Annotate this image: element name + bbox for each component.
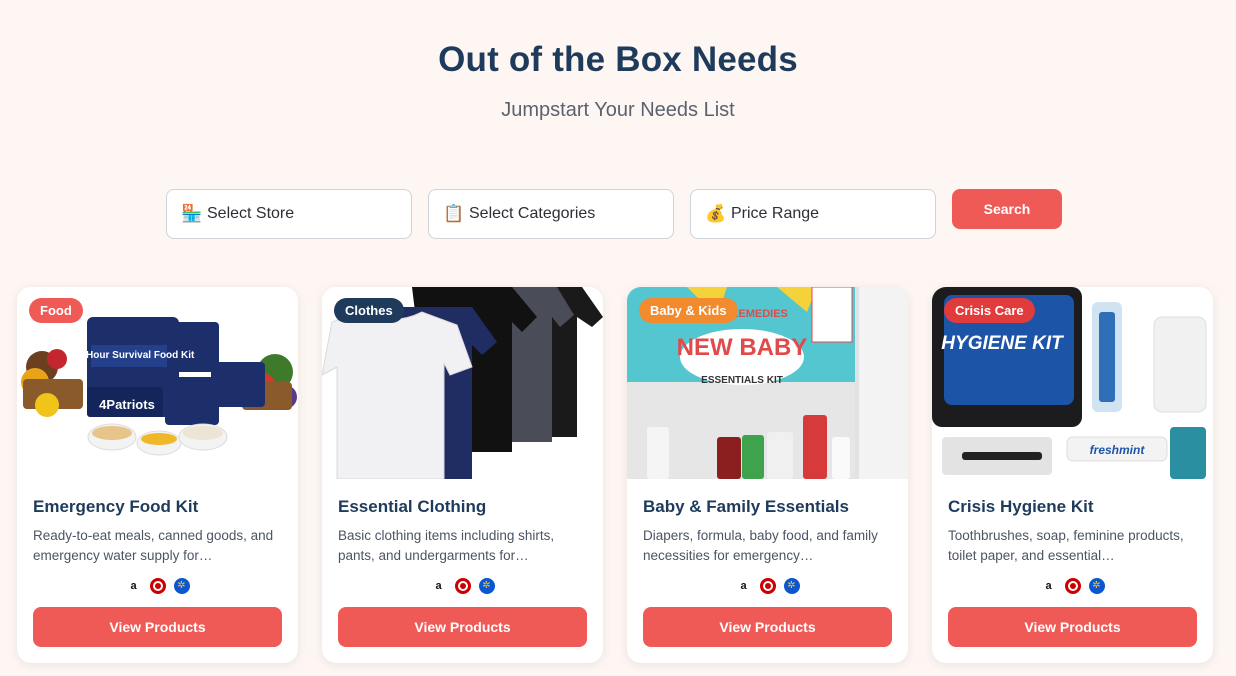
category-badge: Food <box>29 298 83 323</box>
baby-kit-image: NEW BABY ESSENTIALS KIT LITTLE REMEDIES … <box>627 287 908 479</box>
amazon-icon[interactable]: a <box>431 578 447 594</box>
search-button[interactable]: Search <box>952 189 1062 229</box>
price-range-select[interactable]: 💰 Price Range <box>690 189 936 239</box>
category-select[interactable]: 📋 Select Categories <box>428 189 674 239</box>
store-icons: a ✲ <box>627 578 908 594</box>
card-description: Toothbrushes, soap, feminine products, t… <box>948 528 1184 563</box>
filter-bar: 🏪 Select Store 📋 Select Categories 💰 Pri… <box>166 189 1062 239</box>
food-kit-image-brand: 4Patriots <box>99 397 155 412</box>
clipboard-icon: 📋 <box>443 204 465 223</box>
store-select[interactable]: 🏪 Select Store <box>166 189 412 239</box>
amazon-icon[interactable]: a <box>736 578 752 594</box>
target-icon[interactable] <box>759 578 776 594</box>
clothing-image: Clothes <box>322 287 603 479</box>
price-range-label: Price Range <box>731 205 820 222</box>
amazon-icon[interactable]: a <box>1041 578 1057 594</box>
hygiene-kit-image-label: HYGIENE KIT <box>941 333 1064 354</box>
card-title: Essential Clothing <box>338 497 487 516</box>
baby-kit-image-sub: ESSENTIALS KIT <box>701 375 783 386</box>
food-kit-image: 72-Hour Survival Food Kit 4Patriots Food <box>17 287 298 479</box>
card-description: Ready-to-eat meals, canned goods, and em… <box>33 528 274 563</box>
category-badge: Crisis Care <box>944 298 1035 323</box>
card-title: Crisis Hygiene Kit <box>948 497 1094 516</box>
card-emergency-food-kit: 72-Hour Survival Food Kit 4Patriots Food… <box>17 287 298 663</box>
view-products-button[interactable]: View Products <box>643 607 892 647</box>
view-products-button[interactable]: View Products <box>948 607 1197 647</box>
card-essential-clothing: Clothes Essential Clothing Basic clothin… <box>322 287 603 663</box>
target-icon[interactable] <box>454 578 471 594</box>
store-icons: a ✲ <box>322 578 603 594</box>
card-crisis-hygiene-kit: HYGIENE KIT freshmint Crisis Care Crisis… <box>932 287 1213 663</box>
view-products-button[interactable]: View Products <box>33 607 282 647</box>
food-kit-image-label: 72-Hour Survival Food Kit <box>72 350 195 361</box>
category-select-label: Select Categories <box>469 205 596 222</box>
walmart-icon[interactable]: ✲ <box>783 578 800 594</box>
category-badge: Clothes <box>334 298 404 323</box>
page-subtitle: Jumpstart Your Needs List <box>501 99 735 121</box>
store-icon: 🏪 <box>181 204 203 223</box>
card-title: Emergency Food Kit <box>33 497 199 516</box>
category-badge: Baby & Kids <box>639 298 738 323</box>
card-grid: 72-Hour Survival Food Kit 4Patriots Food… <box>17 287 1213 663</box>
hygiene-kit-image: HYGIENE KIT freshmint Crisis Care <box>932 287 1213 479</box>
card-baby-family-essentials: NEW BABY ESSENTIALS KIT LITTLE REMEDIES … <box>627 287 908 663</box>
card-title: Baby & Family Essentials <box>643 497 849 516</box>
store-select-label: Select Store <box>207 205 295 222</box>
walmart-icon[interactable]: ✲ <box>1088 578 1105 594</box>
target-icon[interactable] <box>1064 578 1081 594</box>
card-description: Basic clothing items including shirts, p… <box>338 528 555 563</box>
page-title: Out of the Box Needs <box>438 40 798 79</box>
view-products-button[interactable]: View Products <box>338 607 587 647</box>
walmart-icon[interactable]: ✲ <box>478 578 495 594</box>
target-icon[interactable] <box>149 578 166 594</box>
money-bag-icon: 💰 <box>705 204 727 223</box>
walmart-icon[interactable]: ✲ <box>173 578 190 594</box>
store-icons: a ✲ <box>932 578 1213 594</box>
baby-kit-image-label: NEW BABY <box>677 334 808 361</box>
amazon-icon[interactable]: a <box>126 578 142 594</box>
hygiene-kit-image-brand: freshmint <box>1090 443 1146 457</box>
store-icons: a ✲ <box>17 578 298 594</box>
card-description: Diapers, formula, baby food, and family … <box>643 528 878 563</box>
